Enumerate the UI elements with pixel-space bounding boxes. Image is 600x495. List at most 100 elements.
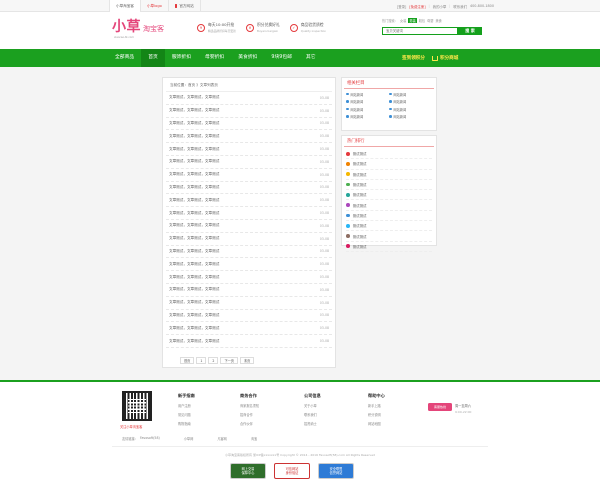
- list-item[interactable]: 文章测试，文章测试，文章测试 03-08: [166, 297, 332, 310]
- related-item[interactable]: 网站新闻: [389, 99, 432, 105]
- footer-link[interactable]: 合作伙伴: [240, 421, 259, 426]
- list-item[interactable]: 文章测试，文章测试，文章测试 03-08: [166, 92, 332, 105]
- hot-keyword[interactable]: 男装: [408, 18, 417, 23]
- list-item[interactable]: 文章测试，文章测试，文章测试 03-08: [166, 271, 332, 284]
- footer-link[interactable]: 商家报名须知: [240, 403, 259, 408]
- related-item[interactable]: 网站新闻: [389, 114, 432, 120]
- logo[interactable]: 小草 淘宝客 xiaocao-tk.com: [112, 20, 164, 39]
- top-bar-site-name[interactable]: 小草淘宝客: [109, 0, 141, 12]
- list-item[interactable]: 文章测试，文章测试，文章测试 03-08: [166, 335, 332, 348]
- list-item[interactable]: 文章测试，文章测试，文章测试 03-08: [166, 194, 332, 208]
- list-item[interactable]: 文章测试，文章测试，文章测试 03-08: [166, 322, 332, 336]
- footer-link[interactable]: 新手上路: [368, 403, 385, 408]
- points-mall-link[interactable]: 积分商城: [431, 55, 458, 61]
- article-title[interactable]: 文章测试，文章测试，文章测试: [169, 198, 219, 203]
- footer-link[interactable]: 积分说明: [368, 412, 385, 417]
- nav-item-all-products[interactable]: 全部商品: [108, 49, 141, 67]
- article-title[interactable]: 文章测试，文章测试，文章测试: [169, 249, 219, 254]
- hot-keyword[interactable]: 美食: [435, 18, 441, 23]
- article-title[interactable]: 文章测试，文章测试，文章测试: [169, 339, 219, 344]
- checkin-points-link[interactable]: 签到领积分: [402, 55, 425, 61]
- article-title[interactable]: 文章测试，文章测试，文章测试: [169, 185, 219, 190]
- list-item[interactable]: 文章测试，文章测试，文章测试 03-08: [166, 310, 332, 323]
- rank-item[interactable]: 测试测试: [346, 170, 432, 180]
- list-item[interactable]: 文章测试，文章测试，文章测试 03-08: [166, 130, 332, 144]
- list-item[interactable]: 文章测试，文章测试，文章测试 03-08: [166, 156, 332, 169]
- nav-item-apparel[interactable]: 服饰折扣: [165, 49, 198, 67]
- list-item[interactable]: 文章测试，文章测试，文章测试 03-08: [166, 169, 332, 182]
- list-item[interactable]: 文章测试，文章测试，文章测试 03-08: [166, 258, 332, 272]
- rank-item[interactable]: 测试测试: [346, 231, 432, 242]
- article-title[interactable]: 文章测试，文章测试，文章测试: [169, 108, 219, 113]
- nav-item-food[interactable]: 美食折扣: [231, 49, 264, 67]
- list-item[interactable]: 文章测试，文章测试，文章测试 03-08: [166, 233, 332, 246]
- article-title[interactable]: 文章测试，文章测试，文章测试: [169, 172, 219, 177]
- related-item[interactable]: 网站新闻: [389, 106, 432, 112]
- register-link[interactable]: [免费注册]: [409, 4, 425, 9]
- rank-item[interactable]: 测试测试: [346, 221, 432, 232]
- list-item[interactable]: 文章测试，文章测试，文章测试 03-08: [166, 182, 332, 195]
- rank-item[interactable]: 测试测试: [346, 242, 432, 252]
- rank-item[interactable]: 测试测试: [346, 180, 432, 191]
- rank-item[interactable]: 测试测试: [346, 211, 432, 222]
- list-item[interactable]: 文章测试，文章测试，文章测试 03-08: [166, 207, 332, 220]
- pager-next[interactable]: 下一页: [220, 357, 238, 364]
- list-item[interactable]: 文章测试，文章测试，文章测试 03-08: [166, 284, 332, 297]
- footer-link[interactable]: 联系我们: [304, 412, 321, 417]
- footer-link[interactable]: 招商合作: [240, 412, 259, 417]
- trade-protection-badge[interactable]: 网上交易 保障中心: [230, 463, 266, 479]
- article-title[interactable]: 文章测试，文章测试，文章测试: [169, 262, 219, 267]
- article-title[interactable]: 文章测试，文章测试，文章测试: [169, 326, 219, 331]
- article-title[interactable]: 文章测试，文章测试，文章测试: [169, 300, 219, 305]
- footer-link[interactable]: 关于小草: [304, 403, 321, 408]
- footer-link[interactable]: 网站地图: [368, 421, 385, 426]
- friend-link[interactable]: 凡客网: [217, 436, 227, 441]
- nav-item-other[interactable]: 其它: [299, 49, 323, 67]
- nav-item-baby[interactable]: 母婴折扣: [198, 49, 231, 67]
- footer-link[interactable]: 购物指南: [178, 421, 195, 426]
- article-title[interactable]: 文章测试，文章测试，文章测试: [169, 121, 219, 126]
- related-item[interactable]: 网站新闻: [346, 106, 389, 112]
- contact-link[interactable]: 联系我们: [453, 4, 467, 9]
- search-button[interactable]: 搜 索: [458, 27, 482, 35]
- article-title[interactable]: 文章测试，文章测试，文章测试: [169, 211, 219, 216]
- related-item[interactable]: 网站新闻: [346, 91, 389, 97]
- list-item[interactable]: 文章测试，文章测试，文章测试 03-08: [166, 220, 332, 233]
- hot-keyword[interactable]: 母婴: [427, 18, 433, 23]
- list-item[interactable]: 文章测试，文章测试，文章测试 03-08: [166, 246, 332, 259]
- related-item[interactable]: 网站新闻: [346, 99, 389, 105]
- friend-link[interactable]: 小草网: [184, 436, 194, 441]
- top-bar-official-site[interactable]: 官方网站: [169, 0, 201, 12]
- pager-first[interactable]: 首页: [180, 357, 195, 364]
- list-item[interactable]: 文章测试，文章测试，文章测试 03-08: [166, 105, 332, 118]
- list-item[interactable]: 文章测试，文章测试，文章测试 03-08: [166, 118, 332, 131]
- article-title[interactable]: 文章测试，文章测试，文章测试: [169, 236, 219, 241]
- article-title[interactable]: 文章测试，文章测试，文章测试: [169, 95, 219, 100]
- list-item[interactable]: 文章测试，文章测试，文章测试 03-08: [166, 143, 332, 156]
- login-link[interactable]: [登录]: [397, 4, 406, 9]
- rank-item[interactable]: 测试测试: [346, 200, 432, 211]
- article-title[interactable]: 文章测试，文章测试，文章测试: [169, 313, 219, 318]
- article-title[interactable]: 文章测试，文章测试，文章测试: [169, 134, 219, 139]
- footer-link[interactable]: 常见问题: [178, 412, 195, 417]
- top-bar-logo-link[interactable]: 小草logo: [141, 0, 169, 12]
- related-item[interactable]: 网站新闻: [346, 114, 389, 120]
- article-title[interactable]: 文章测试，文章测试，文章测试: [169, 275, 219, 280]
- article-title[interactable]: 文章测试，文章测试，文章测试: [169, 147, 219, 152]
- nav-item-home[interactable]: 首页: [141, 49, 165, 67]
- article-title[interactable]: 文章测试，文章测试，文章测试: [169, 223, 219, 228]
- pager-last[interactable]: 末页: [240, 357, 255, 364]
- friend-link[interactable]: Favosoft(58): [140, 436, 160, 441]
- rank-item[interactable]: 测试测试: [346, 190, 432, 201]
- article-title[interactable]: 文章测试，文章测试，文章测试: [169, 159, 219, 164]
- footer-link[interactable]: 招贤纳士: [304, 421, 321, 426]
- hot-keyword[interactable]: 鞋包: [419, 18, 425, 23]
- rank-item[interactable]: 测试测试: [346, 159, 432, 170]
- nav-item-9-9[interactable]: 9块9包邮: [264, 49, 299, 67]
- hot-keyword[interactable]: 女装: [400, 18, 406, 23]
- search-input[interactable]: [382, 27, 458, 35]
- my-account-link[interactable]: 我的小草: [433, 4, 447, 9]
- rank-item[interactable]: 测试测试: [346, 149, 432, 160]
- security-alliance-badge[interactable]: 安全联盟 信誉网站: [318, 463, 354, 479]
- article-title[interactable]: 文章测试，文章测试，文章测试: [169, 287, 219, 292]
